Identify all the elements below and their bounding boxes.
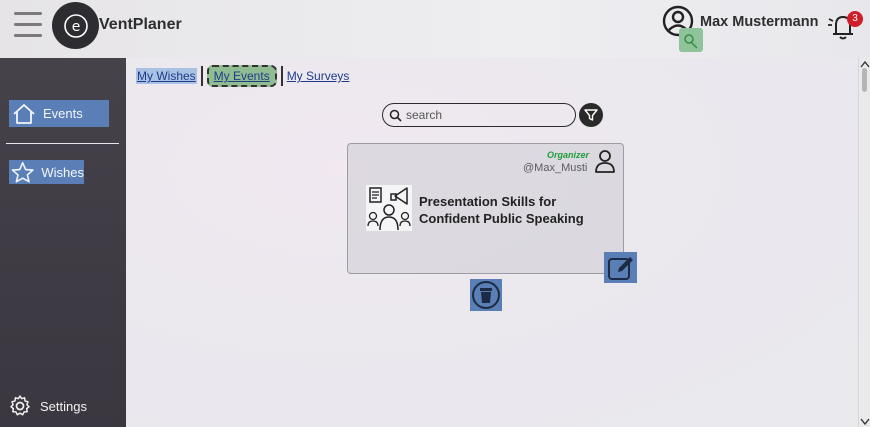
tab-my-surveys[interactable]: My Surveys bbox=[287, 69, 350, 83]
sidebar-item-label: Events bbox=[43, 106, 83, 121]
sidebar-item-events[interactable]: Events bbox=[9, 100, 109, 127]
sidebar-item-wishes[interactable]: Wishes bbox=[9, 160, 84, 184]
scroll-down-arrow-icon[interactable] bbox=[860, 418, 870, 426]
presentation-illustration-icon bbox=[365, 184, 413, 232]
filter-icon bbox=[584, 109, 598, 121]
app-logo-icon: e bbox=[52, 2, 99, 49]
scrollbar-thumb[interactable] bbox=[862, 68, 867, 92]
gear-icon bbox=[10, 395, 30, 416]
app-header: e VentPlaner Max Mustermann 3 bbox=[0, 0, 870, 58]
tab-bar: My Wishes My Events My Surveys bbox=[136, 65, 349, 87]
scroll-up-arrow-icon[interactable] bbox=[860, 60, 870, 68]
delete-event-button[interactable] bbox=[470, 279, 502, 311]
star-icon bbox=[11, 161, 34, 183]
trash-icon bbox=[472, 281, 500, 309]
organizer-handle: @Max_Musti bbox=[523, 162, 588, 174]
tab-divider bbox=[280, 66, 283, 86]
tab-my-events[interactable]: My Events bbox=[206, 65, 277, 87]
user-status-badge bbox=[679, 28, 703, 52]
edit-event-button[interactable] bbox=[604, 252, 637, 283]
sidebar-divider bbox=[6, 143, 119, 144]
vertical-scrollbar[interactable] bbox=[858, 58, 870, 427]
event-title[interactable]: Presentation Skills for Confident Public… bbox=[419, 193, 609, 227]
filter-button[interactable] bbox=[579, 103, 603, 127]
app-title: VentPlaner bbox=[99, 16, 182, 33]
user-profile-button[interactable] bbox=[661, 4, 703, 52]
search-field[interactable] bbox=[382, 103, 576, 127]
organizer-user-icon bbox=[594, 149, 616, 177]
notification-count-badge: 3 bbox=[847, 11, 863, 27]
search-input[interactable] bbox=[406, 108, 566, 122]
sidebar-item-label: Wishes bbox=[41, 164, 84, 180]
user-name[interactable]: Max Mustermann bbox=[700, 14, 818, 30]
svg-text:e: e bbox=[71, 19, 80, 35]
hamburger-menu-icon[interactable] bbox=[14, 12, 42, 40]
edit-icon bbox=[607, 256, 633, 280]
search-icon bbox=[389, 109, 402, 122]
organizer-label: Organizer bbox=[547, 150, 590, 160]
settings-button[interactable]: Settings bbox=[8, 394, 87, 418]
tab-my-wishes[interactable]: My Wishes bbox=[136, 68, 197, 84]
tab-divider bbox=[200, 66, 203, 86]
settings-label: Settings bbox=[40, 398, 87, 414]
home-icon bbox=[13, 103, 35, 124]
